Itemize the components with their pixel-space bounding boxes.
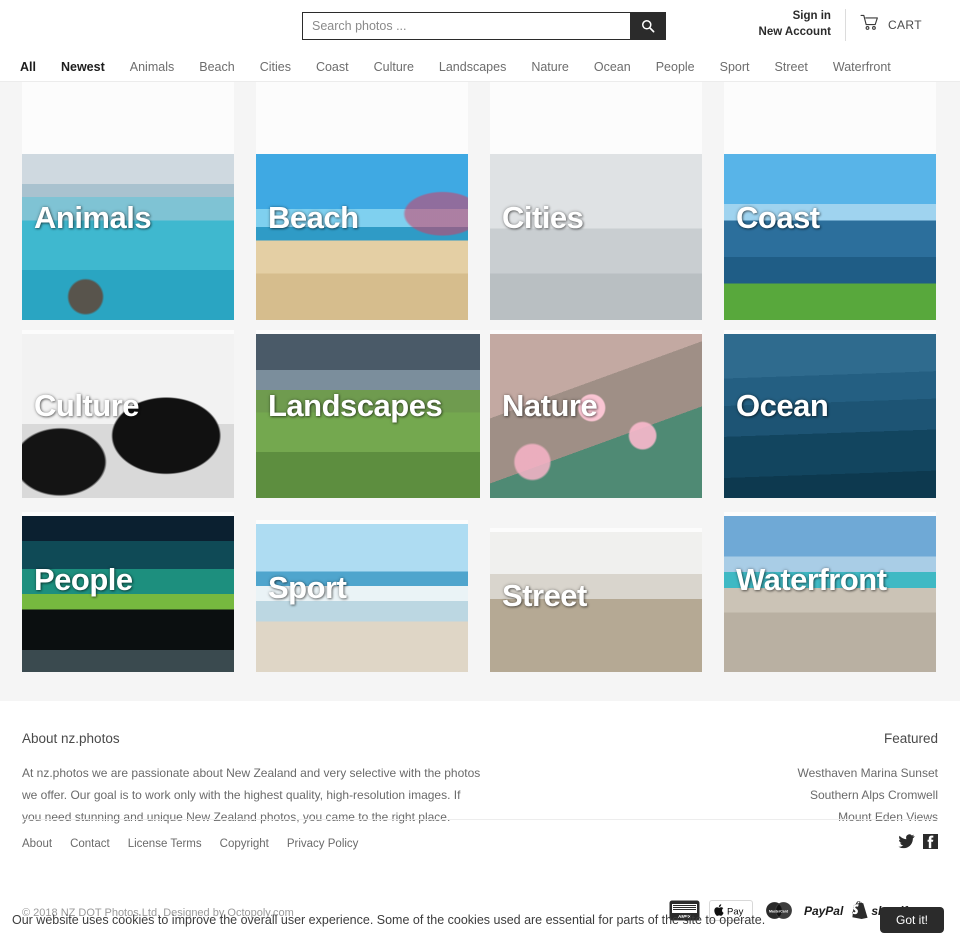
nav-item-coast[interactable]: Coast — [316, 60, 349, 74]
search-form — [302, 12, 666, 40]
shopping-cart-icon — [860, 14, 880, 36]
category-tile-label: Street — [502, 578, 587, 613]
category-tile-coast[interactable]: Coast — [724, 82, 936, 320]
category-tile-street[interactable]: Street — [490, 528, 702, 672]
nav-item-beach[interactable]: Beach — [199, 60, 234, 74]
category-tile-nature[interactable]: Nature — [490, 330, 702, 498]
category-tile-photo — [724, 154, 936, 320]
nav-item-sport[interactable]: Sport — [720, 60, 750, 74]
featured-item[interactable]: Westhaven Marina Sunset — [797, 762, 938, 784]
nav-item-people[interactable]: People — [656, 60, 695, 74]
nav-item-cities[interactable]: Cities — [260, 60, 291, 74]
mastercard-icon: MasterCard — [762, 900, 795, 921]
nav-item-nature[interactable]: Nature — [531, 60, 569, 74]
category-tile-ocean[interactable]: Ocean — [724, 330, 936, 498]
site-header: Sign in New Account CART — [0, 0, 960, 52]
category-tile-animals[interactable]: Animals — [22, 82, 234, 320]
category-tile-landscapes[interactable]: Landscapes — [256, 330, 480, 498]
paypal-icon: PayPal — [804, 900, 843, 921]
footer-bottom-row: About Contact License Terms Copyright Privac… — [22, 819, 938, 854]
footer-link-contact[interactable]: Contact — [70, 838, 110, 850]
footer-link-about[interactable]: About — [22, 838, 52, 850]
nav-item-newest[interactable]: Newest — [61, 60, 105, 74]
cart-button[interactable]: CART — [846, 8, 922, 42]
account-links: Sign in New Account — [759, 9, 846, 41]
search-submit-button[interactable] — [630, 12, 666, 40]
nav-item-ocean[interactable]: Ocean — [594, 60, 631, 74]
category-tile-label: Beach — [268, 200, 359, 235]
category-tile-photo — [490, 154, 702, 320]
category-tile-people[interactable]: People — [22, 512, 234, 672]
featured-item[interactable]: Southern Alps Cromwell — [797, 784, 938, 806]
social-links — [898, 834, 938, 854]
category-tile-label: Landscapes — [268, 388, 443, 423]
nav-item-animals[interactable]: Animals — [130, 60, 174, 74]
nav-item-waterfront[interactable]: Waterfront — [833, 60, 891, 74]
featured-title: Featured — [883, 731, 938, 746]
category-tile-label: Coast — [736, 200, 820, 235]
footer-link-privacy-policy[interactable]: Privacy Policy — [287, 838, 359, 850]
category-tile-label: Sport — [268, 570, 347, 605]
featured-column: Featured Westhaven Marina Sunset Southern… — [797, 731, 938, 829]
nav-item-landscapes[interactable]: Landscapes — [439, 60, 506, 74]
sign-in-link[interactable]: Sign in — [759, 9, 831, 25]
about-column: About nz.photos At nz.photos we are pass… — [22, 731, 482, 829]
facebook-icon[interactable] — [923, 834, 938, 854]
category-tile-photo — [256, 154, 468, 320]
search-input[interactable] — [302, 12, 630, 40]
nav-item-street[interactable]: Street — [775, 60, 808, 74]
category-nav: All Newest Animals Beach Cities Coast Culture L… — [0, 52, 960, 82]
svg-text:MasterCard: MasterCard — [769, 909, 788, 913]
category-tile-label: Nature — [502, 388, 598, 423]
category-tile-label: Cities — [502, 200, 584, 235]
category-tile-culture[interactable]: Culture — [22, 330, 234, 498]
category-tile-label: Waterfront — [736, 562, 887, 597]
site-footer: About nz.photos At nz.photos we are pass… — [0, 701, 960, 862]
nav-item-culture[interactable]: Culture — [374, 60, 414, 74]
search-icon — [641, 19, 655, 33]
category-tile-photo — [22, 154, 234, 320]
category-tile-label: Animals — [34, 200, 152, 235]
category-tile-cities[interactable]: Cities — [490, 82, 702, 320]
cookie-accept-button[interactable]: Got it! — [879, 907, 944, 933]
paypal-label: PayPal — [803, 903, 844, 918]
category-grid: Animals Beach Cities Coast Culture Landscapes… — [0, 82, 960, 701]
twitter-icon[interactable] — [898, 834, 915, 854]
cookie-text: Our website uses cookies to improve the … — [12, 913, 766, 927]
category-tile-beach[interactable]: Beach — [256, 82, 468, 320]
category-tile-sport[interactable]: Sport — [256, 520, 468, 672]
account-area: Sign in New Account CART — [759, 8, 922, 42]
footer-link-license-terms[interactable]: License Terms — [128, 838, 202, 850]
nav-item-all[interactable]: All — [20, 60, 36, 74]
cart-label: CART — [887, 18, 922, 32]
category-tile-label: Culture — [34, 388, 140, 423]
new-account-link[interactable]: New Account — [759, 25, 831, 41]
footer-link-copyright[interactable]: Copyright — [220, 838, 269, 850]
category-tile-label: Ocean — [736, 388, 829, 423]
footer-links: About Contact License Terms Copyright Privac… — [22, 838, 358, 850]
about-title: About nz.photos — [22, 731, 120, 746]
category-tile-waterfront[interactable]: Waterfront — [724, 512, 936, 672]
category-tile-label: People — [34, 562, 133, 597]
